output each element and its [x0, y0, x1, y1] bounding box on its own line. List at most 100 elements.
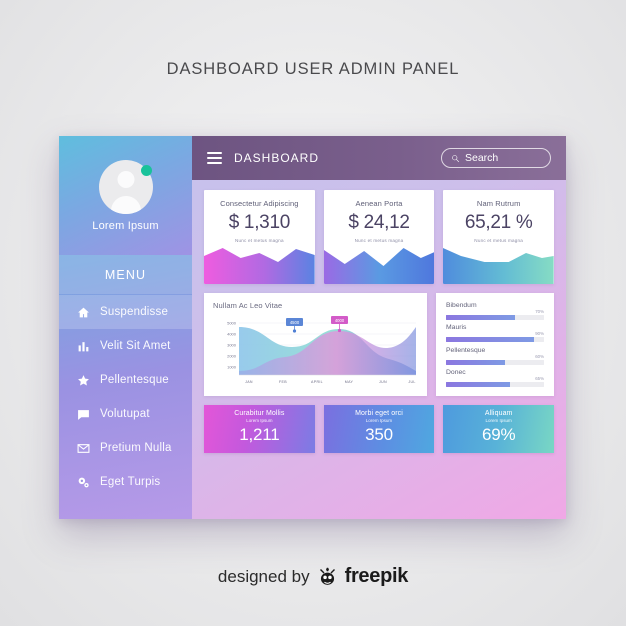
- freepik-logo-icon: [319, 567, 335, 585]
- sidebar-item-label: Suspendisse: [100, 306, 169, 318]
- home-icon: [76, 305, 91, 320]
- profile-section: Lorem Ipsum: [59, 136, 192, 255]
- middle-row: Nullam Ac Leo Vitae 5000 4000 3000 2000 …: [204, 293, 554, 396]
- sidebar-item-eget-turpis[interactable]: Eget Turpis: [59, 465, 192, 499]
- x-tick-may: MAY: [345, 380, 354, 384]
- progress-fill: [446, 315, 515, 320]
- progress-label: Mauris: [446, 324, 467, 332]
- sidebar-item-pellentesque[interactable]: Pellentesque: [59, 363, 192, 397]
- chart-icon: [76, 339, 91, 354]
- chart-plot-area: 5000 4000 3000 2000 1000 4500 4000 JAN F…: [213, 313, 418, 389]
- summary-card-title: Morbi eget orci: [355, 410, 403, 417]
- x-tick-jun: JUN: [379, 380, 387, 384]
- online-status-dot: [140, 164, 152, 176]
- bottom-card-row: Curabitur Mollis Lorem Ipsum 1,211 Morbi…: [204, 405, 555, 453]
- progress-fill: [446, 337, 535, 343]
- star-icon: [76, 373, 91, 388]
- stat-card[interactable]: Nam Rutrum 65,21 % Nunc et metus magna: [443, 190, 555, 284]
- sidebar-item-pretium-nulla[interactable]: Pretium Nulla: [59, 431, 192, 465]
- y-tick-5000: 5000: [227, 321, 237, 326]
- line-chart-card[interactable]: Nullam Ac Leo Vitae 5000 4000 3000 2000 …: [204, 293, 427, 396]
- progress-fill: [446, 381, 510, 387]
- progress-label: Bibendum: [446, 302, 477, 309]
- progress-fill: [446, 359, 505, 365]
- summary-card-title: Alliquam: [484, 410, 513, 417]
- summary-card[interactable]: Morbi eget orci Lorem Ipsum 350: [323, 405, 435, 453]
- stat-card-title: Aenean Porta: [355, 199, 403, 208]
- sidebar-item-volutupat[interactable]: Volutupat: [59, 397, 192, 431]
- y-tick-2000: 2000: [227, 354, 237, 359]
- progress-item[interactable]: Bibendum 70%: [446, 302, 544, 320]
- progress-percent: 70%: [535, 309, 544, 314]
- progress-item[interactable]: Mauris 90%: [446, 324, 544, 343]
- avatar[interactable]: [98, 159, 153, 214]
- sidebar-item-label: Pretium Nulla: [100, 442, 172, 454]
- summary-card-value: 350: [365, 425, 393, 444]
- summary-card-title: Curabitur Mollis: [234, 410, 285, 417]
- summary-card-value: 69%: [481, 425, 516, 444]
- x-tick-april: APRIL: [311, 380, 323, 384]
- stat-card-row: Consectetur Adipiscing $ 1,310 Nunc et m…: [204, 190, 555, 284]
- summary-card-value: 1,211: [239, 425, 280, 444]
- sidebar-item-suspendisse[interactable]: Suspendisse: [59, 295, 192, 329]
- progress-percent: 60%: [535, 353, 544, 359]
- stat-card-sparkline: [323, 248, 435, 284]
- menu-header: MENU: [59, 255, 192, 294]
- summary-card-subtitle: Lorem Ipsum: [365, 418, 393, 423]
- stat-card[interactable]: Aenean Porta $ 24,12 Nunc et metus magna: [323, 190, 435, 284]
- progress-percent: 90%: [535, 331, 544, 337]
- gear-icon: [76, 475, 91, 490]
- chart-tooltip-b-label: 4000: [335, 318, 345, 323]
- envelope-icon: [76, 441, 91, 456]
- stat-card-title: Nam Rutrum: [476, 199, 521, 208]
- progress-item[interactable]: Donec 65%: [446, 369, 544, 387]
- search-input[interactable]: Search: [441, 148, 551, 168]
- topbar-title: DASHBOARD: [234, 151, 320, 165]
- summary-card-subtitle: Lorem Ipsum: [246, 418, 273, 423]
- search-placeholder: Search: [465, 152, 499, 164]
- progress-track: [446, 381, 544, 387]
- sidebar: Lorem Ipsum MENU Suspendisse Velit Sit A…: [59, 136, 192, 519]
- sidebar-item-velit-sit-amet[interactable]: Velit Sit Amet: [59, 329, 192, 363]
- hamburger-icon[interactable]: [207, 152, 222, 164]
- avatar-head-shape: [117, 170, 134, 188]
- x-tick-jul: JUL: [408, 380, 415, 384]
- profile-name: Lorem Ipsum: [92, 219, 159, 232]
- dashboard-window: Lorem Ipsum MENU Suspendisse Velit Sit A…: [59, 136, 566, 519]
- page-title: DASHBOARD USER ADMIN PANEL: [166, 60, 460, 78]
- sidebar-menu: Suspendisse Velit Sit Amet Pellentesque …: [59, 294, 192, 519]
- stat-card-value: $ 24,12: [348, 212, 410, 233]
- sidebar-item-label: Velit Sit Amet: [100, 340, 171, 352]
- avatar-body-shape: [110, 195, 141, 214]
- y-tick-4000: 4000: [227, 332, 237, 337]
- search-icon: [452, 154, 460, 162]
- summary-card[interactable]: Alliquam Lorem Ipsum 69%: [443, 405, 555, 453]
- sidebar-item-label: Pellentesque: [100, 374, 169, 386]
- progress-label: Pellentesque: [446, 346, 486, 354]
- chart-title: Nullam Ac Leo Vitae: [213, 301, 283, 310]
- stat-card-value: $ 1,310: [228, 212, 291, 233]
- footer-text: designed by: [217, 566, 310, 586]
- summary-card-subtitle: Lorem Ipsum: [485, 418, 512, 423]
- progress-track: [446, 359, 544, 365]
- top-bar: DASHBOARD Search: [192, 136, 566, 180]
- main-area: DASHBOARD Search Consectetur Adipiscing …: [192, 136, 566, 519]
- comment-icon: [76, 407, 91, 422]
- chart-tooltip-a-label: 4500: [290, 320, 300, 325]
- stat-card-sparkline: [443, 248, 555, 284]
- y-tick-3000: 3000: [227, 343, 237, 348]
- progress-label: Donec: [446, 368, 466, 376]
- progress-item[interactable]: Pellentesque 60%: [446, 347, 544, 365]
- y-tick-1000: 1000: [227, 365, 237, 370]
- progress-panel: Bibendum 70% Mauris 90% Pellentesque 60%…: [436, 293, 554, 396]
- stat-card-sparkline: [204, 248, 315, 284]
- footer: designed by freepik: [0, 565, 626, 588]
- sidebar-item-label: Volutupat: [100, 408, 150, 420]
- x-tick-feb: FEB: [279, 380, 287, 384]
- stat-card-title: Consectetur Adipiscing: [220, 199, 299, 208]
- footer-brand: freepik: [344, 565, 409, 587]
- progress-track: [446, 315, 544, 320]
- summary-card[interactable]: Curabitur Mollis Lorem Ipsum 1,211: [204, 405, 315, 453]
- sidebar-item-label: Eget Turpis: [100, 476, 161, 488]
- stat-card[interactable]: Consectetur Adipiscing $ 1,310 Nunc et m…: [204, 190, 315, 284]
